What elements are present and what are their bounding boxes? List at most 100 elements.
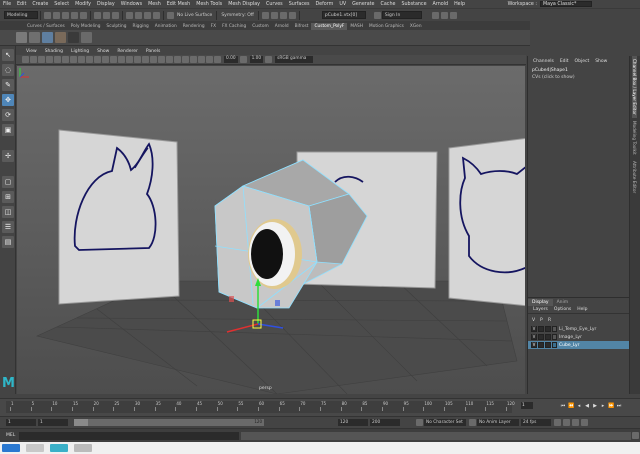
render-icon[interactable] xyxy=(261,11,269,19)
menu-create[interactable]: Create xyxy=(29,2,51,7)
open-scene-icon[interactable] xyxy=(53,11,60,19)
gamma-icon[interactable] xyxy=(239,56,247,63)
film-gate-icon[interactable] xyxy=(54,56,61,63)
menu-arnold[interactable]: Arnold xyxy=(430,2,452,7)
menu-modify[interactable]: Modify xyxy=(72,2,94,7)
preferences-icon[interactable] xyxy=(581,419,588,426)
wireframe-icon[interactable] xyxy=(102,56,109,63)
select-tool-icon[interactable]: ↖ xyxy=(2,49,14,61)
single-view-icon[interactable]: ▢ xyxy=(2,176,14,188)
shelf-tool-icon-1[interactable] xyxy=(16,32,27,43)
taskbar-app-icon-2[interactable] xyxy=(74,444,92,452)
default-material-icon[interactable] xyxy=(118,56,125,63)
menu-edit-mesh[interactable]: Edit Mesh xyxy=(164,2,193,7)
shelf-tab-motion-graphics[interactable]: Motion Graphics xyxy=(366,23,407,30)
loop-icon[interactable] xyxy=(554,419,561,426)
menu-cache[interactable]: Cache xyxy=(378,2,399,7)
menu-curves[interactable]: Curves xyxy=(263,2,286,7)
shelf-tab-custom[interactable]: Custom xyxy=(249,23,271,30)
layer-menu-layers[interactable]: Layers xyxy=(530,307,551,312)
range-slider[interactable]: 120 xyxy=(74,419,264,426)
layer-row[interactable]: V Li_Temp_Eye_Lyr xyxy=(528,325,629,333)
animation-end-field[interactable]: 200 xyxy=(370,419,400,426)
channel-box-object-name[interactable]: pCube4|Shape1 xyxy=(528,67,629,74)
anti-aliasing-icon[interactable] xyxy=(174,56,181,63)
layer-menu-help[interactable]: Help xyxy=(574,307,590,312)
layer-name[interactable]: Image_Lyr xyxy=(559,335,582,340)
anim-layer-dropdown[interactable]: No Anim Layer xyxy=(477,419,519,426)
layer-playback-toggle[interactable] xyxy=(538,334,544,340)
character-set-dropdown[interactable]: No Character Set xyxy=(424,419,466,426)
menu-mesh-tools[interactable]: Mesh Tools xyxy=(193,2,225,7)
panel-menu-lighting[interactable]: Lighting xyxy=(67,49,93,54)
toggle-panel-icon-3[interactable] xyxy=(449,11,457,19)
menu-set-dropdown[interactable]: Modeling xyxy=(4,11,38,19)
menu-mesh-display[interactable]: Mesh Display xyxy=(225,2,263,7)
snap-point-icon[interactable] xyxy=(144,11,151,19)
snap-curve-icon[interactable] xyxy=(135,11,142,19)
channel-menu-object[interactable]: Object xyxy=(572,59,593,64)
layer-menu-options[interactable]: Options xyxy=(551,307,574,312)
panel-menu-panels[interactable]: Panels xyxy=(142,49,164,54)
menu-substance[interactable]: Substance xyxy=(398,2,429,7)
lights-icon[interactable] xyxy=(142,56,149,63)
bookmark-icon[interactable] xyxy=(30,56,37,63)
shelf-tab-animation[interactable]: Animation xyxy=(152,23,180,30)
user-icon[interactable] xyxy=(373,11,381,19)
playback-end-field[interactable]: 120 xyxy=(338,419,368,426)
textured-icon[interactable] xyxy=(134,56,141,63)
layer-tab-anim[interactable]: Anim xyxy=(553,299,573,306)
scale-tool-icon[interactable]: ▣ xyxy=(2,124,14,136)
shelf-tool-icon-2[interactable] xyxy=(29,32,40,43)
channel-menu-edit[interactable]: Edit xyxy=(557,59,572,64)
resolution-gate-icon[interactable] xyxy=(62,56,69,63)
exposure-field[interactable]: 0.00 xyxy=(224,56,238,63)
snap-grid-icon[interactable] xyxy=(126,11,133,19)
layer-tab-display[interactable]: Display xyxy=(528,299,553,306)
smooth-shade-icon[interactable] xyxy=(110,56,117,63)
menu-windows[interactable]: Windows xyxy=(118,2,145,7)
redo-icon[interactable] xyxy=(80,11,87,19)
undo-icon[interactable] xyxy=(71,11,78,19)
key-icon[interactable] xyxy=(572,419,579,426)
grid-toggle-icon[interactable] xyxy=(46,56,53,63)
four-view-icon[interactable]: ⊞ xyxy=(2,191,14,203)
shelf-tab-rigging[interactable]: Rigging xyxy=(130,23,152,30)
panel-menu-view[interactable]: View xyxy=(22,49,41,54)
shelf-tab-fx-caching[interactable]: FX Caching xyxy=(219,23,249,30)
motion-blur-icon[interactable] xyxy=(166,56,173,63)
layer-reference-toggle[interactable] xyxy=(545,334,551,340)
menu-select[interactable]: Select xyxy=(51,2,72,7)
object-name-field[interactable]: pCube1.vtx[0] xyxy=(321,11,366,19)
taskbar-app-icon-1[interactable] xyxy=(26,444,44,452)
layer-row[interactable]: V Image_Lyr xyxy=(528,333,629,341)
menu-deform[interactable]: Deform xyxy=(312,2,336,7)
shelf-tool-icon-5[interactable] xyxy=(68,32,79,43)
shelf-tab-curves-surfaces[interactable]: Curves / Surfaces xyxy=(24,23,68,30)
two-view-icon[interactable]: ◫ xyxy=(2,206,14,218)
layer-color-swatch[interactable] xyxy=(552,334,557,340)
toggle-panel-icon[interactable] xyxy=(431,11,439,19)
move-tool-icon[interactable]: ✥ xyxy=(2,94,14,106)
fps-dropdown[interactable]: 24 fps xyxy=(521,419,551,426)
save-scene-icon[interactable] xyxy=(62,11,69,19)
menu-edit[interactable]: Edit xyxy=(14,2,29,7)
layer-color-swatch[interactable] xyxy=(552,326,557,332)
xray-icon[interactable] xyxy=(190,56,197,63)
camera-attr-icon[interactable] xyxy=(22,56,29,63)
last-tool-icon[interactable]: ✢ xyxy=(2,150,14,162)
gamma-field[interactable]: 1.00 xyxy=(249,56,264,63)
snap-plane-icon[interactable] xyxy=(153,11,160,19)
isolate-select-icon[interactable] xyxy=(182,56,189,63)
ipr-render-icon[interactable] xyxy=(270,11,278,19)
workspace-selector[interactable]: Workspace : Maya Classic* xyxy=(508,0,592,8)
play-backwards-icon[interactable]: ◀ xyxy=(584,403,590,409)
panel-menu-renderer[interactable]: Renderer xyxy=(113,49,142,54)
sign-in-button[interactable]: Sign In xyxy=(381,11,422,19)
layer-visibility-toggle[interactable]: V xyxy=(531,342,537,348)
current-frame-field[interactable]: 1 xyxy=(521,402,533,409)
shelf-tab-rendering[interactable]: Rendering xyxy=(180,23,208,30)
layer-row[interactable]: V Cube_Lyr xyxy=(528,341,629,349)
layer-playback-toggle[interactable] xyxy=(538,326,544,332)
layer-reference-toggle[interactable] xyxy=(545,326,551,332)
